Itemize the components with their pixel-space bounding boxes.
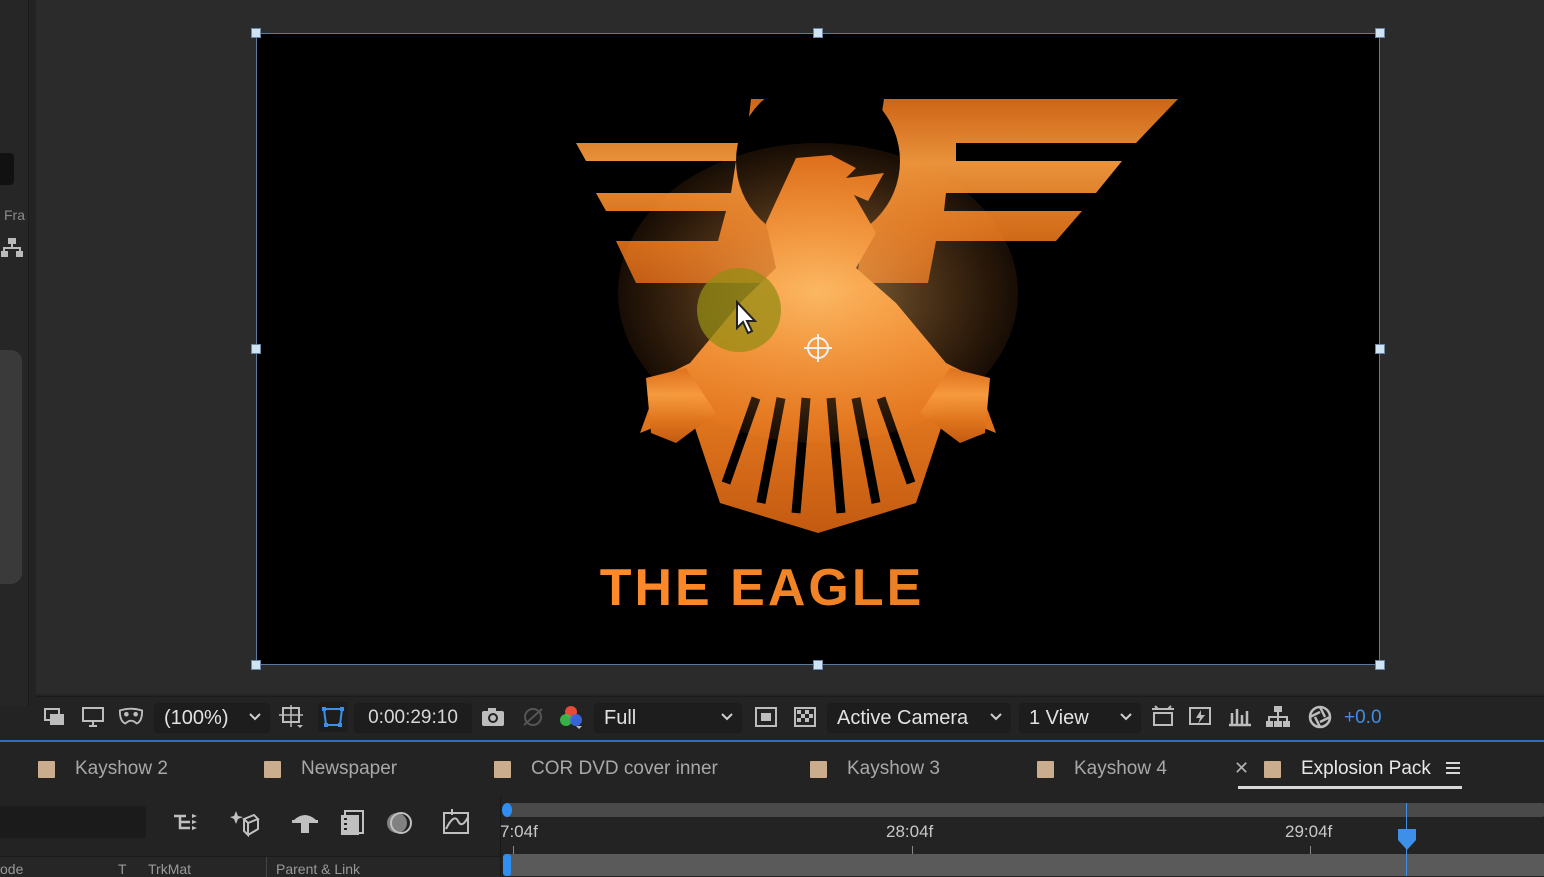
tab-cor-dvd-cover-inner[interactable]: COR DVD cover inner bbox=[494, 742, 718, 796]
chevron-down-icon bbox=[721, 713, 733, 721]
label-color-swatch bbox=[38, 760, 55, 778]
magnification-dropdown[interactable]: (100%) bbox=[154, 703, 270, 733]
mask-path-toggle-icon[interactable] bbox=[318, 702, 348, 732]
mouse-cursor-icon bbox=[736, 300, 758, 335]
ruler-label: 28:04f bbox=[886, 822, 934, 841]
column-mode[interactable]: ode bbox=[0, 861, 23, 877]
playhead-icon[interactable] bbox=[1397, 828, 1417, 852]
graph-editor-icon[interactable] bbox=[442, 808, 472, 838]
camera-view-dropdown[interactable]: Active Camera bbox=[827, 703, 1011, 733]
ruler-label: 29:04f bbox=[1285, 822, 1333, 841]
toggle-pixel-aspect-icon[interactable] bbox=[1150, 704, 1176, 730]
tab-kayshow-2[interactable]: Kayshow 2 bbox=[38, 742, 168, 796]
comp-title-text: THE EAGLE bbox=[0, 558, 1534, 618]
transform-handle-top[interactable] bbox=[813, 28, 823, 38]
flowchart-icon[interactable] bbox=[0, 236, 24, 265]
mask-visibility-icon[interactable] bbox=[118, 704, 144, 730]
panel-menu-icon[interactable] bbox=[1444, 759, 1462, 782]
transform-handle-bottom-left[interactable] bbox=[251, 660, 261, 670]
always-preview-icon[interactable] bbox=[42, 704, 68, 730]
exposure-value[interactable]: +0.0 bbox=[1344, 707, 1382, 729]
monitor-icon[interactable] bbox=[80, 704, 106, 730]
color-channels-icon[interactable] bbox=[558, 704, 584, 730]
ruler-tick bbox=[1310, 846, 1311, 854]
magnification-value: (100%) bbox=[164, 706, 229, 729]
column-trkmat[interactable]: TrkMat bbox=[148, 861, 191, 877]
show-snapshot-icon[interactable] bbox=[520, 704, 546, 730]
transform-handle-left[interactable] bbox=[251, 344, 261, 354]
tab-label: Explosion Pack bbox=[1301, 758, 1431, 779]
work-area-start-handle[interactable] bbox=[502, 803, 512, 817]
camera-view-value: Active Camera bbox=[837, 706, 969, 729]
transform-handle-top-right[interactable] bbox=[1375, 28, 1385, 38]
fast-previews-icon[interactable] bbox=[1188, 704, 1214, 730]
current-time-display[interactable]: 0:00:29:10 bbox=[354, 703, 472, 733]
grid-guides-icon[interactable] bbox=[279, 704, 305, 730]
column-t[interactable]: T bbox=[118, 861, 127, 877]
label-color-swatch bbox=[1264, 760, 1281, 778]
comp-mini-flowchart-icon[interactable] bbox=[172, 808, 202, 838]
resolution-value: Full bbox=[604, 706, 637, 729]
tab-label: Kayshow 4 bbox=[1074, 758, 1167, 779]
frame-blending-icon[interactable] bbox=[338, 808, 368, 838]
transform-handle-bottom[interactable] bbox=[813, 660, 823, 670]
transform-handle-bottom-right[interactable] bbox=[1375, 660, 1385, 670]
tab-label: Kayshow 2 bbox=[75, 758, 168, 779]
view-layout-value: 1 View bbox=[1029, 706, 1089, 729]
ruler-tick bbox=[513, 846, 514, 854]
tab-label: COR DVD cover inner bbox=[531, 758, 718, 779]
label-color-swatch bbox=[810, 760, 827, 778]
label-color-swatch bbox=[494, 760, 511, 778]
view-layout-dropdown[interactable]: 1 View bbox=[1019, 703, 1141, 733]
transform-handle-top-left[interactable] bbox=[251, 28, 261, 38]
layer-in-point[interactable] bbox=[503, 854, 511, 876]
layer-column-header: ode T TrkMat Parent & Link bbox=[0, 856, 500, 877]
tab-kayshow-3[interactable]: Kayshow 3 bbox=[810, 742, 940, 796]
tab-kayshow-4[interactable]: Kayshow 4 bbox=[1037, 742, 1167, 796]
panel-column-label: Fra bbox=[4, 207, 25, 223]
ruler-label: 7:04f bbox=[500, 822, 538, 841]
label-color-swatch bbox=[264, 760, 281, 778]
work-area-bar[interactable] bbox=[507, 803, 1544, 817]
resolution-dropdown[interactable]: Full bbox=[594, 703, 742, 733]
layer-search-input[interactable] bbox=[0, 806, 146, 838]
tab-label: Newspaper bbox=[301, 758, 398, 779]
shy-layers-icon[interactable] bbox=[290, 808, 320, 838]
transform-handle-right[interactable] bbox=[1375, 344, 1385, 354]
chevron-down-icon bbox=[249, 713, 261, 721]
panel-scrollbar[interactable] bbox=[0, 350, 22, 584]
chevron-down-icon bbox=[1120, 713, 1132, 721]
viewer-toolbar: (100%) 0:00:29:10 Full Active Camera 1 V… bbox=[36, 696, 1544, 739]
reset-exposure-icon[interactable] bbox=[1307, 704, 1333, 730]
region-of-interest-icon[interactable] bbox=[753, 704, 779, 730]
layer-duration-bar[interactable] bbox=[507, 854, 1544, 876]
snapshot-camera-icon[interactable] bbox=[480, 704, 506, 730]
tab-newspaper[interactable]: Newspaper bbox=[264, 742, 397, 796]
ruler-tick bbox=[912, 846, 913, 854]
label-color-swatch bbox=[1037, 760, 1054, 778]
chevron-down-icon bbox=[990, 713, 1002, 721]
timeline-icon[interactable] bbox=[1227, 704, 1253, 730]
motion-blur-icon[interactable] bbox=[384, 808, 414, 838]
draft-3d-icon[interactable] bbox=[230, 808, 260, 838]
active-tab-indicator bbox=[1238, 786, 1462, 789]
close-tab-icon[interactable]: ✕ bbox=[1234, 758, 1249, 779]
transparency-grid-icon[interactable] bbox=[792, 704, 818, 730]
tab-label: Kayshow 3 bbox=[847, 758, 940, 779]
column-parent-link[interactable]: Parent & Link bbox=[276, 861, 360, 877]
comp-flowchart-icon[interactable] bbox=[1265, 704, 1291, 730]
panel-search-stub[interactable] bbox=[0, 153, 14, 185]
